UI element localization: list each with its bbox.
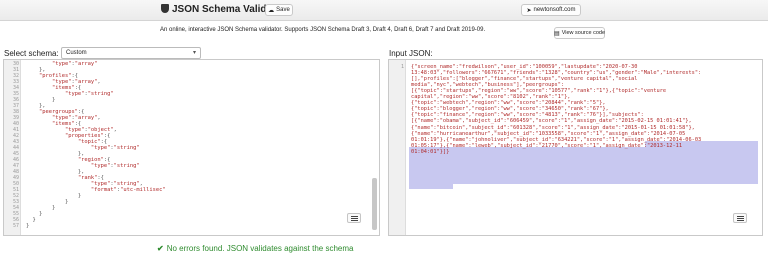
input-gutter [389, 60, 406, 235]
schema-select-value: Custom [66, 50, 87, 56]
document-icon: ▤ [554, 30, 560, 37]
save-button-label: Save [276, 7, 290, 13]
json-input-line: 01:04:01"}]} [411, 148, 450, 155]
newtonsoft-label: newtonsoft.com [533, 7, 576, 13]
view-source-label: View source code [561, 30, 605, 36]
format-icon [736, 215, 744, 221]
selection-highlight [409, 183, 453, 189]
input-line-number: 1 [400, 64, 404, 70]
schema-line-number: 57 [12, 223, 19, 229]
schema-scrollbar[interactable] [372, 178, 377, 230]
schema-format-button[interactable] [347, 213, 361, 223]
validation-status: ✔ No errors found. JSON validates against… [157, 244, 353, 253]
top-bar: JSON Schema Validator ☁ Save ➤ newtonsoft.… [0, 0, 768, 21]
validation-message: No errors found. JSON validates against … [166, 244, 354, 253]
shield-icon [161, 4, 169, 13]
schema-code-line: } [26, 223, 30, 229]
input-format-button[interactable] [733, 213, 747, 223]
page-description: An online, interactive JSON Schema valid… [160, 27, 486, 33]
save-button[interactable]: ☁ Save [265, 4, 293, 16]
chevron-down-icon: ▾ [192, 50, 196, 56]
input-json-label: Input JSON: [389, 49, 433, 58]
schema-editor[interactable]: 30 "type":"array" 31 }, 32 "profiles":{33 … [3, 59, 380, 236]
cloud-upload-icon: ☁ [268, 7, 275, 14]
view-source-button[interactable]: ▤ View source code [554, 27, 605, 39]
select-schema-label: Select schema: [4, 49, 59, 58]
format-icon [350, 215, 358, 221]
send-icon: ➤ [526, 7, 532, 14]
check-icon: ✔ [157, 244, 164, 253]
newtonsoft-link-button[interactable]: ➤ newtonsoft.com [521, 4, 581, 16]
json-input-editor[interactable]: 1 {"screen_name":"fredwilson","user_id":… [388, 59, 763, 236]
schema-select[interactable]: Custom ▾ [61, 47, 201, 59]
